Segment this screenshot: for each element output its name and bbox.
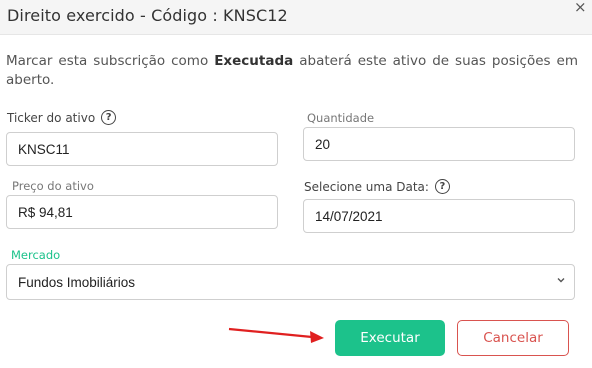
dialog-title: Direito exercido - Código : KNSC12 [7, 6, 288, 25]
question-circle-icon[interactable]: ? [434, 179, 450, 194]
preco-input[interactable]: R$ 94,81 [6, 195, 278, 229]
chevron-down-icon [557, 278, 565, 283]
quantidade-label: Quantidade [307, 111, 375, 125]
data-label-row: Selecione uma Data: ? [304, 179, 450, 194]
mercado-select[interactable]: Fundos Imobiliários [6, 264, 575, 300]
ticker-label-row: Ticker do ativo ? [7, 110, 117, 125]
preco-label: Preço do ativo [12, 179, 94, 193]
cancel-button[interactable]: Cancelar [457, 320, 569, 356]
quantidade-input[interactable]: 20 [303, 127, 575, 161]
description-bold-status: Executada [214, 53, 294, 69]
mercado-selected-value: Fundos Imobiliários [18, 274, 136, 290]
preco-label-row: Preço do ativo [12, 179, 94, 193]
mercado-label-row: Mercado [11, 248, 60, 262]
data-label: Selecione uma Data: [304, 179, 429, 194]
ticker-input[interactable]: KNSC11 [6, 132, 278, 166]
data-input[interactable]: 14/07/2021 [303, 199, 575, 233]
quantidade-label-row: Quantidade [307, 111, 374, 125]
dialog-description: Marcar esta subscrição como Executada ab… [6, 52, 578, 90]
question-circle-icon[interactable]: ? [101, 110, 117, 125]
dialog-header: Direito exercido - Código : KNSC12 × [0, 0, 592, 35]
red-arrow-annotation [228, 327, 324, 343]
ticker-label: Ticker do ativo [7, 110, 96, 125]
close-icon[interactable]: × [574, 0, 587, 16]
description-text-start: Marcar esta subscrição como [6, 53, 215, 69]
execute-button[interactable]: Executar [335, 320, 445, 356]
mercado-label: Mercado [11, 248, 61, 262]
